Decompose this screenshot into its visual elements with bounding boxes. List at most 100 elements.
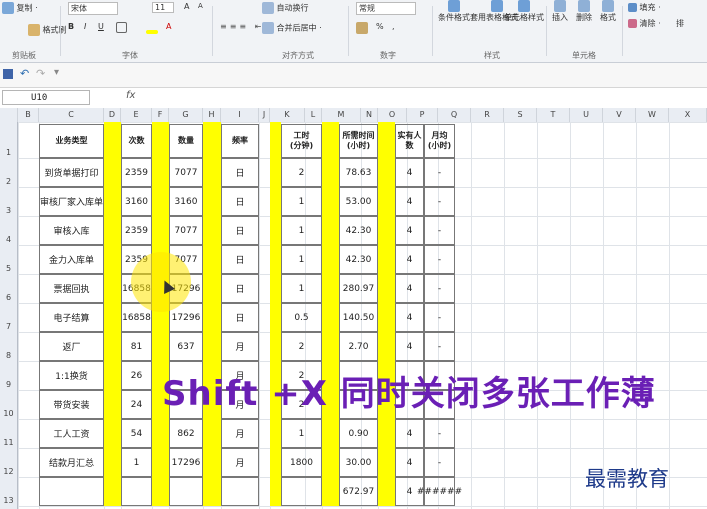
comma-button[interactable]: ,: [392, 22, 395, 31]
table-cell[interactable]: 42.30: [339, 245, 378, 274]
row-header[interactable]: 13: [0, 496, 17, 505]
row-header[interactable]: 6: [0, 293, 17, 302]
column-header[interactable]: T: [537, 108, 570, 122]
table-cell[interactable]: 月: [221, 419, 259, 448]
table-cell[interactable]: 2: [281, 158, 322, 187]
row-header[interactable]: 2: [0, 177, 17, 186]
table-cell[interactable]: -: [424, 245, 455, 274]
table-cell[interactable]: 日: [221, 187, 259, 216]
table-cell[interactable]: 票据回执: [39, 274, 104, 303]
column-header[interactable]: C: [39, 108, 104, 122]
table-cell[interactable]: 1: [281, 419, 322, 448]
table-cell[interactable]: -: [424, 332, 455, 361]
table-cell[interactable]: 审核厂家入库单: [39, 187, 104, 216]
merge-center-button[interactable]: 合并后居中 ·: [262, 22, 322, 34]
table-cell[interactable]: 140.50: [339, 303, 378, 332]
table-cell[interactable]: 672.97: [339, 477, 378, 506]
table-cell[interactable]: 4: [395, 245, 424, 274]
row-header[interactable]: 10: [0, 409, 17, 418]
table-cell[interactable]: [169, 477, 203, 506]
table-cell[interactable]: 到货单据打印: [39, 158, 104, 187]
table-cell[interactable]: 7077: [169, 158, 203, 187]
table-cell[interactable]: -: [424, 448, 455, 477]
row-header[interactable]: 4: [0, 235, 17, 244]
table-cell[interactable]: 1: [121, 448, 152, 477]
column-title-cell[interactable]: 月均 (小时): [424, 124, 455, 158]
table-cell[interactable]: 3160: [121, 187, 152, 216]
table-cell[interactable]: 0.90: [339, 419, 378, 448]
fill-button[interactable]: 填充 ·: [628, 2, 661, 13]
table-cell[interactable]: [39, 477, 104, 506]
table-cell[interactable]: 1: [281, 274, 322, 303]
table-cell[interactable]: 42.30: [339, 216, 378, 245]
row-header[interactable]: 1: [0, 148, 17, 157]
fx-icon[interactable]: fx: [126, 90, 135, 101]
column-header[interactable]: Q: [438, 108, 471, 122]
shrink-font-button[interactable]: A: [198, 2, 203, 10]
undo-icon[interactable]: ↶: [20, 67, 29, 80]
table-cell[interactable]: -: [424, 419, 455, 448]
bold-button[interactable]: B: [68, 22, 74, 31]
table-cell[interactable]: 30.00: [339, 448, 378, 477]
table-cell[interactable]: 2359: [121, 216, 152, 245]
table-cell[interactable]: 月: [221, 332, 259, 361]
column-title-cell[interactable]: 次数: [121, 124, 152, 158]
column-header[interactable]: H: [203, 108, 221, 122]
table-cell[interactable]: 4: [395, 448, 424, 477]
column-header[interactable]: N: [361, 108, 378, 122]
table-cell[interactable]: 返厂: [39, 332, 104, 361]
column-header[interactable]: R: [471, 108, 504, 122]
table-cell[interactable]: 862: [169, 419, 203, 448]
insert-button[interactable]: 插入: [552, 0, 568, 23]
row-header[interactable]: 7: [0, 322, 17, 331]
table-cell[interactable]: 1: [281, 245, 322, 274]
column-header[interactable]: K: [270, 108, 305, 122]
table-cell[interactable]: 4: [395, 274, 424, 303]
table-cell[interactable]: 2: [281, 332, 322, 361]
row-header[interactable]: 3: [0, 206, 17, 215]
row-header[interactable]: 11: [0, 438, 17, 447]
column-header[interactable]: M: [322, 108, 361, 122]
column-header[interactable]: W: [636, 108, 669, 122]
table-cell[interactable]: 日: [221, 274, 259, 303]
table-cell[interactable]: 53.00: [339, 187, 378, 216]
table-cell[interactable]: 月: [221, 448, 259, 477]
clear-button[interactable]: 清除 ·: [628, 18, 661, 29]
table-cell[interactable]: 4: [395, 187, 424, 216]
table-cell[interactable]: [121, 477, 152, 506]
table-cell[interactable]: 电子结算: [39, 303, 104, 332]
grow-font-button[interactable]: A: [184, 2, 189, 11]
table-cell[interactable]: -: [424, 274, 455, 303]
column-header[interactable]: S: [504, 108, 537, 122]
sort-button[interactable]: 排: [676, 18, 684, 29]
column-header[interactable]: U: [570, 108, 603, 122]
table-cell[interactable]: 日: [221, 216, 259, 245]
wrap-text-button[interactable]: 自动换行: [262, 2, 309, 14]
row-header[interactable]: 9: [0, 380, 17, 389]
column-header[interactable]: O: [378, 108, 407, 122]
column-title-cell[interactable]: 所需时间 (小时): [339, 124, 378, 158]
table-cell[interactable]: 1800: [281, 448, 322, 477]
row-header[interactable]: 8: [0, 351, 17, 360]
percent-button[interactable]: %: [376, 22, 384, 31]
table-cell[interactable]: 日: [221, 245, 259, 274]
table-cell[interactable]: 4: [395, 158, 424, 187]
table-cell[interactable]: 1:1换货: [39, 361, 104, 390]
column-title-cell[interactable]: 数量: [169, 124, 203, 158]
column-header[interactable]: X: [669, 108, 707, 122]
border-button[interactable]: [116, 22, 127, 33]
column-title-cell[interactable]: 实有人 数: [395, 124, 424, 158]
table-cell[interactable]: -: [424, 303, 455, 332]
underline-button[interactable]: U: [98, 22, 104, 31]
table-cell[interactable]: [281, 477, 322, 506]
table-cell[interactable]: 1: [281, 187, 322, 216]
column-header[interactable]: L: [305, 108, 322, 122]
cell-styles-button[interactable]: 单元格样式: [504, 0, 544, 23]
table-cell[interactable]: 日: [221, 158, 259, 187]
table-cell[interactable]: 81: [121, 332, 152, 361]
table-cell[interactable]: -: [424, 216, 455, 245]
select-all-corner[interactable]: [0, 108, 18, 122]
font-size-select[interactable]: 11: [152, 2, 175, 13]
column-header[interactable]: I: [221, 108, 259, 122]
worksheet-grid[interactable]: 业务类型 次数 数量 频率 工时 (分钟) 所需时间 (小时) 实有人 数月均 (小时) 到货…: [18, 122, 707, 509]
